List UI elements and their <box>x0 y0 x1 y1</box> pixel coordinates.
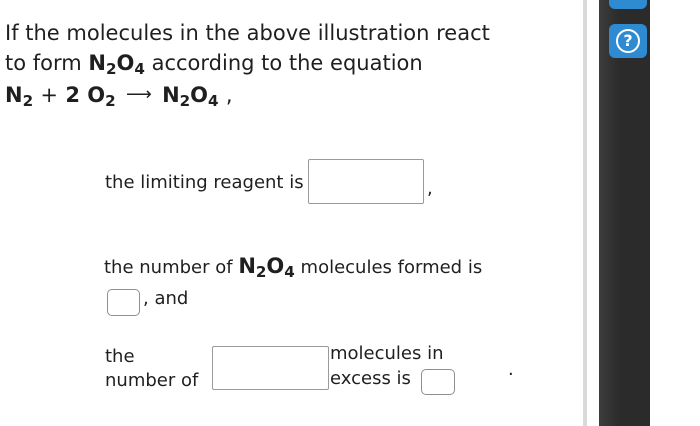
panel-divider <box>583 0 587 426</box>
excess-label-line-2: number of <box>105 370 199 391</box>
excess-middle-line-2: excess is <box>330 368 411 389</box>
excess-middle-line-1: molecules in <box>330 343 444 364</box>
reactant-n2: N2 <box>5 83 34 111</box>
product-formula: N2O4 <box>88 51 145 79</box>
tools-sidebar <box>599 0 650 426</box>
limiting-reagent-label: the limiting reagent is <box>105 172 304 193</box>
formed-product-formula: N2O4 <box>238 254 295 282</box>
question-text: If the molecules in the above illustrati… <box>5 18 565 112</box>
sidebar-top-button[interactable] <box>609 0 647 9</box>
window-margin <box>650 0 700 426</box>
product-n2o4: N2O4 <box>162 83 219 111</box>
ending-period: . <box>508 359 514 380</box>
equation-comma: , <box>225 83 233 107</box>
question-line-2-prefix: to form <box>5 51 82 75</box>
question-line-1: If the molecules in the above illustrati… <box>5 21 490 45</box>
molecules-formed-label: the number of N2O4 molecules formed is <box>104 254 483 282</box>
reaction-arrow-icon: ⟶ <box>125 84 152 105</box>
limiting-reagent-input[interactable] <box>308 159 424 204</box>
question-line-2: to form N2O4 according to the equation <box>5 48 565 78</box>
reactant-o2: O2 <box>87 83 116 111</box>
excess-reagent-input[interactable] <box>212 346 329 390</box>
limiting-reagent-comma: , <box>427 178 433 199</box>
question-line-2-suffix: according to the equation <box>151 51 423 75</box>
and-text: , and <box>143 288 189 309</box>
excess-count-input[interactable] <box>421 369 455 395</box>
coefficient: 2 <box>65 83 80 107</box>
plus-sign: + <box>40 83 59 107</box>
question-circle-icon: ? <box>616 29 640 53</box>
molecules-formed-input[interactable] <box>107 289 140 316</box>
question-panel: If the molecules in the above illustrati… <box>0 0 700 426</box>
help-button[interactable]: ? <box>609 24 647 58</box>
excess-label-line-1: the <box>105 346 135 367</box>
chemical-equation: N2 + 2 O2 ⟶ N2O4 , <box>5 80 565 112</box>
